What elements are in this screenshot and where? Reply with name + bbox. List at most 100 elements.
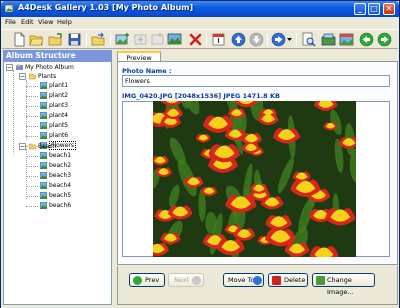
next-button[interactable]: Next [168, 273, 204, 287]
tree-item-label: plant3 [49, 102, 69, 109]
dropdown-arrow-icon[interactable] [286, 32, 293, 47]
tree-item-label: plant2 [49, 92, 69, 99]
title-bar[interactable]: A4Desk Gallery 1.03 [My Photo Album] _ □… [1, 1, 399, 17]
image-icon [316, 276, 325, 285]
change-image-button[interactable]: Change Image... [312, 273, 375, 296]
move-down-icon[interactable] [249, 32, 264, 47]
tree-item-label: beach1 [49, 152, 72, 159]
tree-root-label: My Photo Album [25, 64, 74, 71]
tree-group-label: Plants [38, 73, 57, 80]
image-icon[interactable] [167, 32, 182, 47]
refresh-icon[interactable] [48, 32, 63, 47]
folder-icon [29, 73, 36, 80]
delete-label: Delete [284, 276, 306, 284]
open-icon[interactable] [29, 32, 44, 47]
app-window: A4Desk Gallery 1.03 [My Photo Album] _ □… [0, 0, 400, 308]
toolbar-separator [110, 33, 111, 46]
tree-guide [26, 106, 38, 107]
tree-guide [26, 80, 27, 140]
photo-name-input[interactable] [122, 75, 390, 87]
photo-file-icon [40, 112, 47, 119]
menu-file[interactable]: File [5, 18, 16, 26]
tree-guide [26, 156, 38, 157]
photo-file-icon [40, 152, 47, 159]
photo-file-icon [40, 182, 47, 189]
tree-guide [26, 136, 38, 137]
app-icon [4, 4, 14, 13]
next-label: Next [174, 276, 190, 284]
settings-icon[interactable] [339, 32, 354, 47]
toolbar [2, 29, 398, 49]
photo-file-icon [40, 162, 47, 169]
panel-splitter[interactable] [113, 50, 116, 305]
upload-icon[interactable] [321, 32, 336, 47]
album-icon [16, 64, 23, 70]
tulip-shape [309, 246, 339, 257]
image-info: IMG_0420.JPG [2048x1536] JPEG 1471.8 KB [122, 92, 280, 100]
move-up-icon[interactable] [231, 32, 246, 47]
tree-item-label: plant6 [49, 132, 69, 139]
new-icon[interactable] [12, 32, 27, 47]
menu-view[interactable]: View [38, 18, 53, 26]
photo-file-icon [40, 122, 47, 129]
album-tree[interactable]: − My Photo Album − Plants plant1 plant2 pl… [3, 61, 112, 305]
back-icon[interactable] [359, 32, 374, 47]
tree-guide [26, 206, 38, 207]
photo-file-icon [40, 92, 47, 99]
properties-icon[interactable] [211, 32, 226, 47]
export-icon[interactable] [91, 32, 106, 47]
tree-item-label: beach4 [49, 182, 72, 189]
save-icon[interactable] [67, 32, 82, 47]
move-to-button[interactable]: Move To [223, 273, 264, 287]
menu-help[interactable]: Help [57, 18, 72, 26]
maximize-button[interactable]: □ [368, 3, 380, 15]
tree-item-label: beach2 [49, 162, 72, 169]
tree-guide [26, 126, 38, 127]
add-icon[interactable] [133, 32, 148, 47]
photo-file-icon [40, 202, 47, 209]
next-icon [192, 276, 201, 285]
delete-button[interactable]: Delete [268, 273, 308, 287]
tree-guide [26, 96, 38, 97]
tree-item-label: plant5 [49, 122, 69, 129]
tree-guide [26, 116, 38, 117]
tree-item-label: beach3 [49, 172, 72, 179]
next-icon[interactable] [377, 32, 392, 47]
photo-file-icon [40, 82, 47, 89]
delete-icon[interactable] [188, 32, 203, 47]
prev-label: Prev [145, 276, 160, 284]
tree-group-label: Beach [38, 143, 57, 150]
toolbar-separator [296, 33, 297, 46]
photo-file-icon [40, 192, 47, 199]
forward-icon[interactable] [271, 32, 286, 47]
prev-button[interactable]: Prev [129, 273, 165, 287]
expand-toggle[interactable]: − [19, 73, 26, 80]
photo-name-label: Photo Name : [122, 67, 172, 75]
folder-icon [29, 143, 36, 150]
menu-edit[interactable]: Edit [21, 18, 34, 26]
tulip-photo [153, 101, 356, 257]
photo-file-icon [40, 102, 47, 109]
toolbar-separator [86, 33, 87, 46]
tree-item-label: beach6 [49, 202, 72, 209]
back-icon [133, 276, 142, 285]
forward-icon [253, 276, 262, 285]
menu-bar: File Edit View Help [1, 17, 399, 28]
toolbar-separator [206, 33, 207, 46]
delete-icon [272, 276, 281, 285]
window-title: A4Desk Gallery 1.03 [My Photo Album] [18, 3, 194, 12]
close-button[interactable]: ✕ [383, 3, 395, 15]
tree-guide [26, 86, 38, 87]
add-photo-icon[interactable] [115, 32, 130, 47]
album-structure-header: Album Structure [3, 50, 112, 61]
expand-toggle[interactable]: − [19, 143, 26, 150]
toolbar-separator [267, 33, 268, 46]
tree-item-label: plant1 [49, 82, 69, 89]
expand-toggle[interactable]: − [6, 64, 13, 71]
move-to-label: Move To [228, 276, 255, 284]
minimize-button[interactable]: _ [354, 3, 366, 15]
add-folder-icon[interactable] [150, 32, 165, 47]
preview-icon[interactable] [301, 32, 316, 47]
tree-item-label: beach5 [49, 192, 72, 199]
tree-guide [26, 186, 38, 187]
